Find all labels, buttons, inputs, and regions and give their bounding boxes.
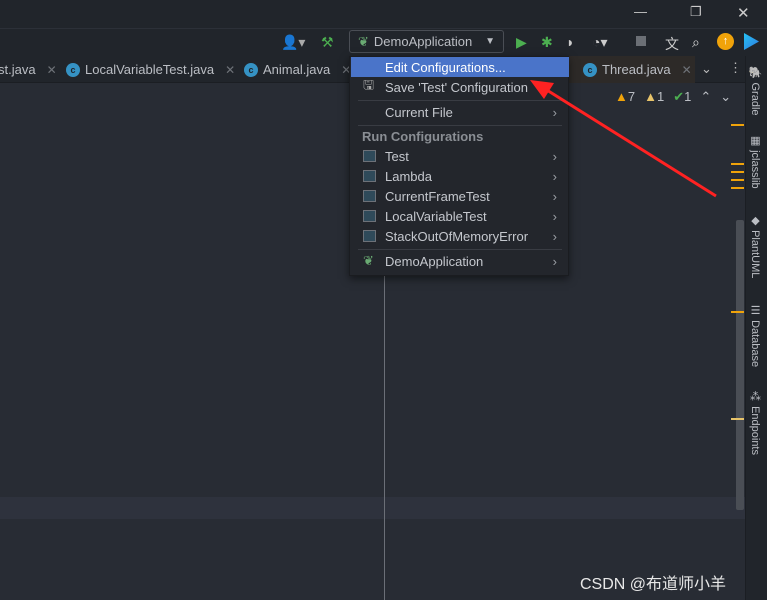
error-stripe-mark[interactable] [731,163,744,165]
spring-boot-icon: ❦ [358,33,369,49]
tool-jclasslib[interactable]: ▦ jclasslib [749,134,762,189]
menu-section-header: Run Configurations [362,129,484,144]
build-hammer-icon[interactable]: ⚒ [321,34,334,51]
chevron-right-icon: › [552,208,557,224]
application-icon [363,190,376,202]
tab-localvariabletest[interactable]: c LocalVariableTest.java ✕ [66,56,235,83]
tab-test[interactable]: st.java ✕ [0,56,57,83]
tab-animal[interactable]: c Animal.java ✕ [244,56,351,83]
class-icon: c [66,62,80,77]
class-icon: c [244,62,258,77]
chevron-right-icon: › [552,253,557,269]
update-icon[interactable]: ↑ [717,33,734,50]
menu-item-demoapplication[interactable]: ❦ DemoApplication › [351,251,569,271]
title-bar: — ❐ ✕ [0,0,767,28]
menu-item-config-stackoutofmemoryerror[interactable]: StackOutOfMemoryError › [351,226,569,246]
translate-icon[interactable]: 文 [665,34,679,54]
error-stripe-mark[interactable] [731,187,744,189]
application-icon [363,210,376,222]
coverage-icon[interactable]: ◗ [566,34,574,50]
error-stripe-mark[interactable] [731,179,744,181]
tab-label: st.java [0,62,36,77]
menu-item-edit-configurations[interactable]: Edit Configurations... [351,57,569,77]
search-icon[interactable]: ⌕ [692,34,700,51]
menu-item-config-localvariabletest[interactable]: LocalVariableTest › [351,206,569,226]
application-icon [363,230,376,242]
minimize-button[interactable]: — [634,4,647,19]
close-icon[interactable]: ✕ [225,63,235,77]
stop-icon[interactable] [636,36,646,46]
tool-gradle[interactable]: 🐘 Gradle [749,66,762,116]
run-config-selector[interactable]: ❦ DemoApplication ▼ [349,30,504,53]
spring-boot-icon: ❦ [363,253,374,268]
watermark: CSDN @布道师小羊 [580,576,727,593]
error-stripe-mark[interactable] [731,418,744,420]
next-highlight-icon[interactable]: ⌄ [720,89,731,105]
run-config-label: DemoApplication [373,34,473,49]
close-icon[interactable]: ✕ [47,63,57,77]
save-icon: 🖫 [363,77,375,92]
application-icon [363,170,376,182]
editor-scrollbar[interactable] [736,220,744,510]
divider [358,249,562,250]
tab-label: LocalVariableTest.java [85,62,215,77]
application-icon [363,150,376,162]
chevron-right-icon: › [552,228,557,244]
error-stripe-mark[interactable] [731,124,744,126]
restore-button[interactable]: ❐ [690,4,702,20]
red-arrow-annotation [530,80,717,198]
more-icon[interactable]: ⋮ [729,60,742,76]
tool-database[interactable]: ☰ Database [749,304,762,367]
tool-plantuml[interactable]: ◆ PlantUML [749,214,762,278]
run-icon[interactable]: ▶ [516,34,527,51]
error-stripe-mark[interactable] [731,311,744,313]
tool-endpoints[interactable]: ⁂ Endpoints [749,390,762,455]
current-line-highlight [0,497,745,519]
right-tool-strip: 🐘 Gradle ▦ jclasslib ◆ PlantUML ☰ Databa… [745,56,767,600]
error-stripe-mark[interactable] [731,171,744,173]
profiler-icon[interactable]: ◔▾ [592,34,607,51]
tab-label: Animal.java [263,62,331,77]
chevron-down-icon: ▼ [485,36,495,47]
debug-icon[interactable]: ✱ [541,34,553,51]
user-icon[interactable]: 👤▾ [281,34,305,51]
close-button[interactable]: ✕ [737,4,750,22]
